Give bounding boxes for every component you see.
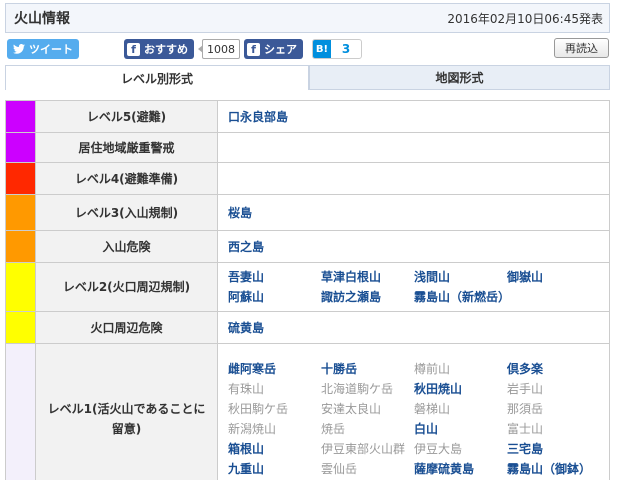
tab-level-format[interactable]: レベル別形式 (5, 65, 309, 90)
page-title: 火山情報 (14, 11, 70, 27)
volcano-link[interactable]: 阿蘇山 (228, 287, 321, 307)
volcano-link: 有珠山 (228, 381, 265, 396)
volcano-link[interactable]: 御嶽山 (507, 267, 600, 287)
updated-timestamp: 2016年02月10日06:45発表 (447, 11, 603, 26)
view-tabs: レベル別形式 地図形式 (5, 65, 610, 90)
volcano-link[interactable]: 雌阿寒岳 (228, 359, 321, 379)
table-row: レベル2(火口周辺規制) 吾妻山 草津白根山 浅間山 御嶽山 阿蘇山 諏訪之瀬島 霧島山（新燃… (5, 262, 610, 312)
level-label: レベル5(避難) (35, 100, 218, 133)
volcano-list-cell (217, 132, 610, 163)
volcano-link[interactable]: 口永良部島 (228, 107, 321, 127)
volcano-link: 雲仙岳 (321, 461, 358, 476)
volcano-link[interactable]: 浅間山 (414, 267, 507, 287)
level-label: レベル3(入山規制) (35, 194, 218, 231)
volcano-link[interactable]: 白山 (414, 419, 507, 439)
volcano-link[interactable]: 草津白根山 (321, 267, 414, 287)
twitter-bird-icon (13, 44, 25, 54)
volcano-list-cell: 雌阿寒岳 十勝岳 樽前山 倶多楽有珠山 北海道駒ケ岳 秋田焼山 岩手山秋田駒ケ岳 安達太良山 磐… (217, 343, 610, 480)
level-color-swatch (5, 230, 36, 263)
volcano-link: 秋田駒ケ岳 (228, 401, 289, 416)
volcano-list: 雌阿寒岳 十勝岳 樽前山 倶多楽有珠山 北海道駒ケ岳 秋田焼山 岩手山秋田駒ケ岳 安達太良山 磐… (228, 359, 599, 479)
level-label: レベル4(避難準備) (35, 162, 218, 195)
volcano-list: 硫黄島 (228, 318, 599, 338)
volcano-link[interactable]: 秋田焼山 (414, 379, 507, 399)
volcano-list-cell (217, 162, 610, 195)
volcano-list-cell: 西之島 (217, 230, 610, 263)
volcano-link[interactable]: 桜島 (228, 203, 321, 223)
volcano-link[interactable]: 硫黄島 (228, 318, 321, 338)
table-row: 火口周辺危険 硫黄島 (5, 311, 610, 344)
volcano-link[interactable]: 諏訪之瀬島 (321, 287, 414, 307)
facebook-icon: f (127, 42, 140, 56)
level-label: レベル1(活火山であることに留意) (35, 343, 218, 480)
volcano-list: 吾妻山 草津白根山 浅間山 御嶽山阿蘇山 諏訪之瀬島 霧島山（新燃岳） (228, 267, 599, 307)
fb-recommend-count: 1008 (198, 39, 240, 59)
volcano-link[interactable]: 吾妻山 (228, 267, 321, 287)
level-label: 火口周辺危険 (35, 311, 218, 344)
reload-button[interactable]: 再読込 (554, 38, 609, 58)
tab-map-format[interactable]: 地図形式 (309, 65, 610, 90)
volcano-link[interactable]: 十勝岳 (321, 359, 414, 379)
share-bar: ツイート f おすすめ 1008 f シェア B! 3 再読込 (0, 38, 620, 60)
volcano-link: 安達太良山 (321, 401, 382, 416)
level-color-swatch (5, 132, 36, 163)
table-row: 居住地域厳重警戒 (5, 132, 610, 163)
volcano-link: 岩手山 (507, 381, 544, 396)
level-color-swatch (5, 162, 36, 195)
volcano-link: 北海道駒ケ岳 (321, 381, 394, 396)
volcano-link: 那須岳 (507, 401, 544, 416)
fb-share-label: シェア (264, 43, 297, 56)
volcano-link[interactable]: 薩摩硫黄島 (414, 459, 507, 479)
volcano-link: 新潟焼山 (228, 421, 277, 436)
tweet-label: ツイート (29, 43, 73, 56)
volcano-level-table: レベル5(避難) 口永良部島 居住地域厳重警戒 レベル4(避難準備) レベル3(入山規制… (5, 100, 610, 480)
level-label: 入山危険 (35, 230, 218, 263)
table-row: レベル5(避難) 口永良部島 (5, 100, 610, 133)
hatena-bookmark-button[interactable]: B! 3 (312, 39, 362, 59)
level-label: 居住地域厳重警戒 (35, 132, 218, 163)
volcano-link[interactable]: 霧島山（新燃岳） (414, 287, 510, 307)
page-header: 火山情報 2016年02月10日06:45発表 (5, 3, 610, 33)
volcano-list-cell: 桜島 (217, 194, 610, 231)
volcano-link: 磐梯山 (414, 401, 451, 416)
volcano-list-cell: 口永良部島 (217, 100, 610, 133)
volcano-link: 焼岳 (321, 421, 346, 436)
tweet-button[interactable]: ツイート (7, 39, 79, 59)
volcano-link[interactable]: 霧島山（御鉢） (507, 459, 600, 479)
volcano-link[interactable]: 箱根山 (228, 439, 321, 459)
volcano-list: 桜島 (228, 203, 599, 223)
table-row: 入山危険 西之島 (5, 230, 610, 263)
volcano-list-cell: 硫黄島 (217, 311, 610, 344)
level-color-swatch (5, 262, 36, 312)
hatena-count: 3 (341, 42, 351, 56)
fb-share-button[interactable]: f シェア (244, 39, 303, 59)
fb-recommend-label: おすすめ (144, 43, 188, 56)
table-row: レベル1(活火山であることに留意) 雌阿寒岳 十勝岳 樽前山 倶多楽 有珠山 北海道駒ケ岳秋… (5, 343, 610, 480)
fb-recommend-button[interactable]: f おすすめ (124, 39, 194, 59)
volcano-list-cell: 吾妻山 草津白根山 浅間山 御嶽山阿蘇山 諏訪之瀬島 霧島山（新燃岳） (217, 262, 610, 312)
table-row: レベル4(避難準備) (5, 162, 610, 195)
level-label: レベル2(火口周辺規制) (35, 262, 218, 312)
volcano-link[interactable]: 三宅島 (507, 439, 600, 459)
volcano-list: 西之島 (228, 237, 599, 257)
volcano-link: 伊豆大島 (414, 441, 463, 456)
volcano-link: 樽前山 (414, 361, 451, 376)
volcano-link: 伊豆東部火山群 (321, 441, 406, 456)
volcano-list: 口永良部島 (228, 107, 599, 127)
volcano-link[interactable]: 西之島 (228, 237, 321, 257)
level-color-swatch (5, 311, 36, 344)
volcano-link[interactable]: 倶多楽 (507, 359, 600, 379)
level-color-swatch (5, 194, 36, 231)
level-color-swatch (5, 343, 36, 480)
level-color-swatch (5, 100, 36, 133)
hatena-icon: B! (313, 40, 331, 58)
table-row: レベル3(入山規制) 桜島 (5, 194, 610, 231)
volcano-link: 富士山 (507, 421, 544, 436)
volcano-link[interactable]: 九重山 (228, 459, 321, 479)
facebook-icon: f (247, 42, 260, 56)
